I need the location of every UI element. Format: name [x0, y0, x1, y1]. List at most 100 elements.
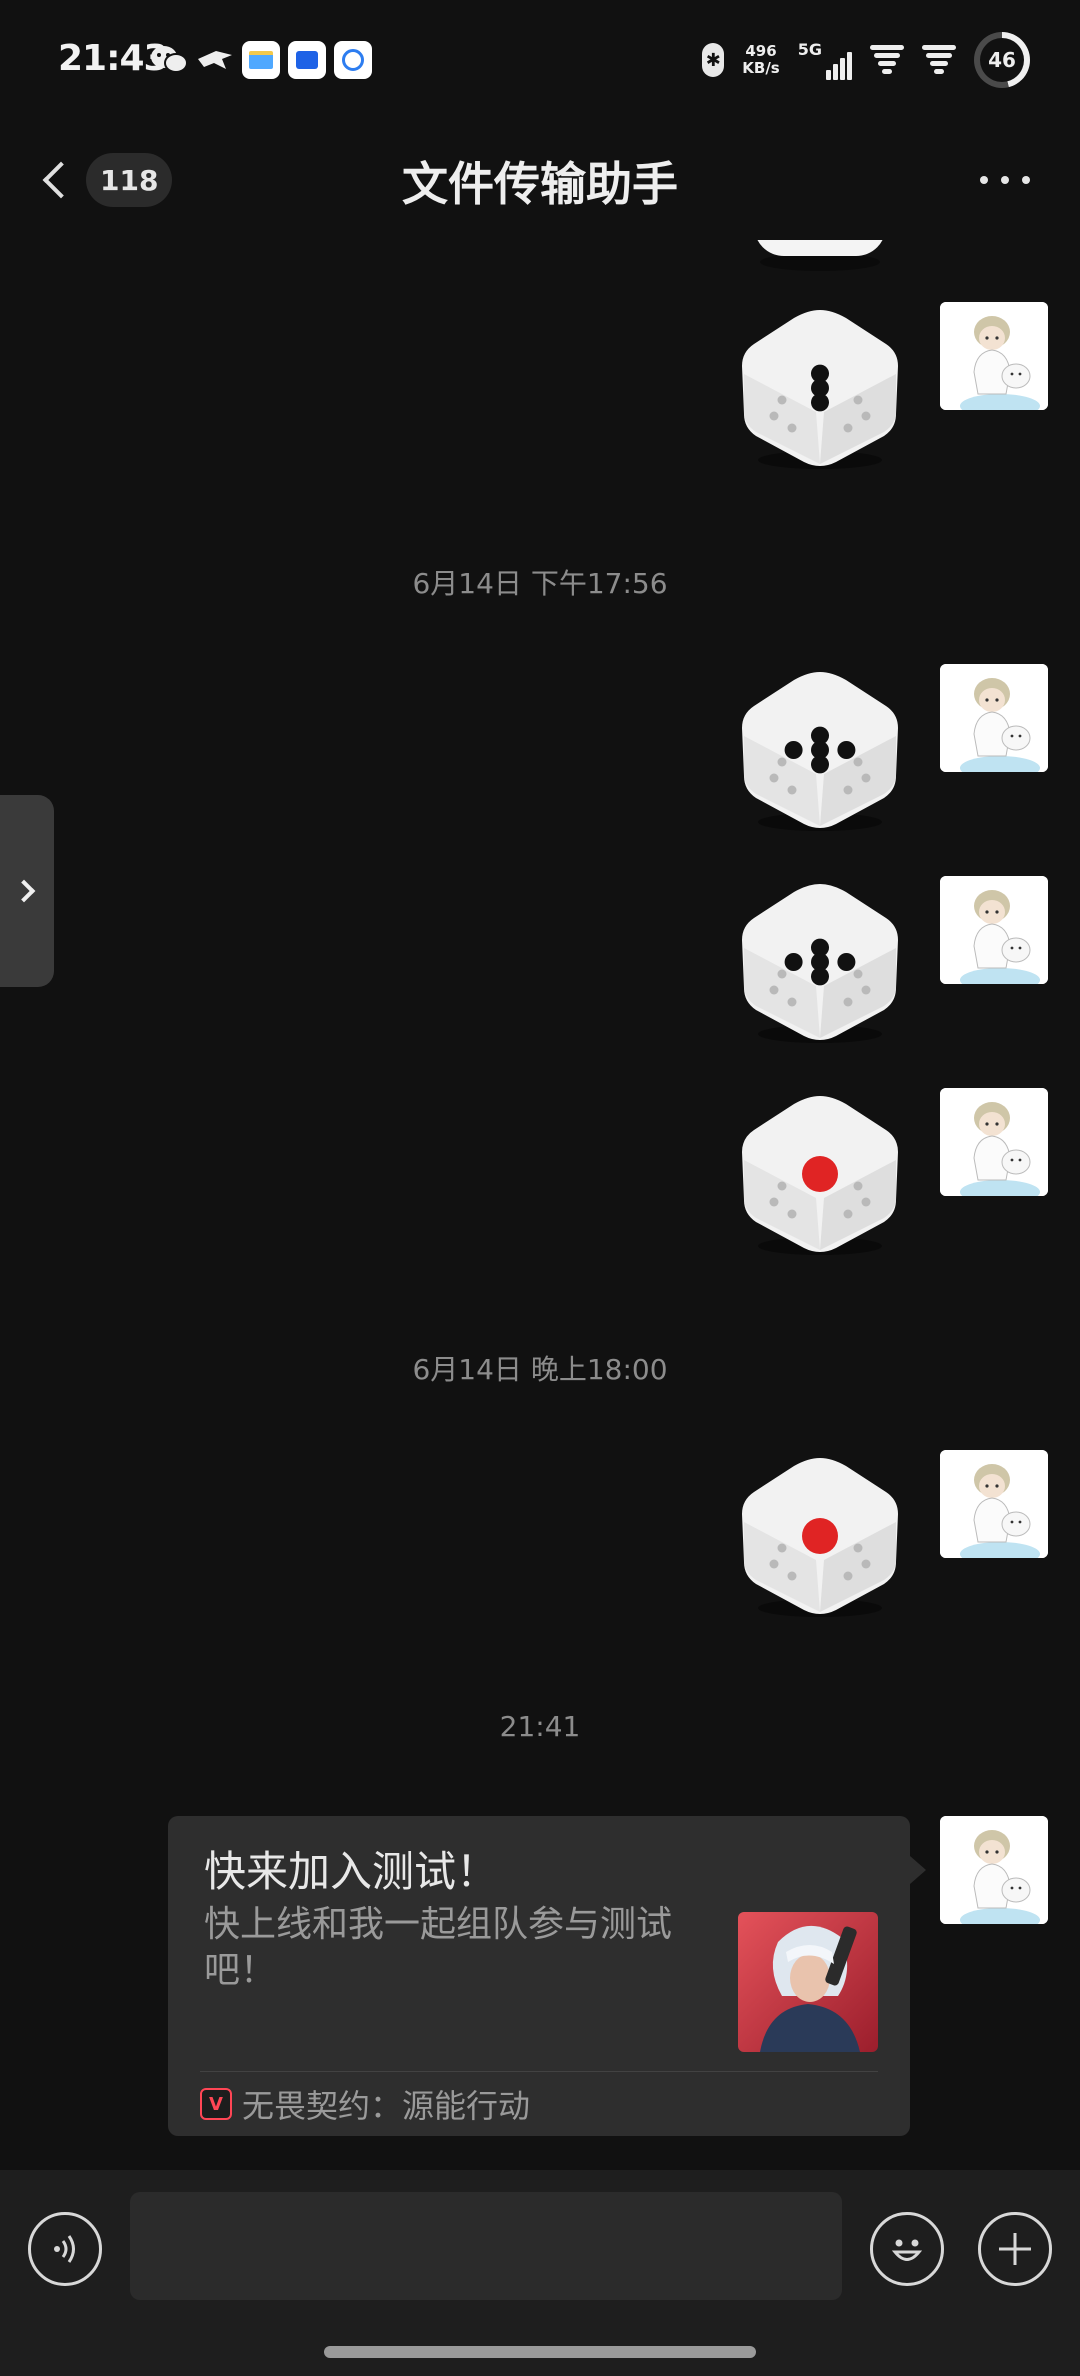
- dice-side-pip: [769, 773, 779, 783]
- share-card-divider: [200, 2071, 878, 2072]
- avatar-image: [940, 1450, 1048, 1558]
- dice-pip: [784, 741, 803, 759]
- dice-icon: [742, 672, 898, 831]
- dice-side-pip: [853, 1181, 863, 1191]
- dice-message[interactable]: [736, 304, 904, 472]
- dice-pip: [811, 967, 829, 986]
- dice-side-pip: [861, 773, 871, 783]
- avatar[interactable]: [940, 302, 1048, 410]
- dice-side-pip: [843, 785, 853, 795]
- chat-title: 文件传输助手: [402, 157, 678, 211]
- network-speed: 496 KB/s: [742, 43, 779, 77]
- avatar-image: [940, 1816, 1048, 1924]
- voice-input-button[interactable]: [28, 2212, 102, 2286]
- message-timestamp: 6月14日 下午17:56: [412, 567, 668, 600]
- dice-side-pip: [843, 423, 853, 433]
- dice-side-pip: [853, 1543, 863, 1553]
- dice-pip: [784, 953, 803, 971]
- network-type: 5G: [797, 40, 822, 59]
- avatar[interactable]: [940, 876, 1048, 984]
- dice-message[interactable]: [736, 1452, 904, 1620]
- avatar-image: [940, 876, 1048, 984]
- dice-pip: [802, 1156, 838, 1192]
- dice-message[interactable]: [736, 1090, 904, 1258]
- dice-pip: [837, 953, 856, 971]
- card-app-icon: [242, 41, 280, 79]
- system-icons: ✱ 496 KB/s 5G 46: [702, 28, 1030, 92]
- avatar[interactable]: [940, 1816, 1048, 1924]
- wechat-icon: [150, 41, 188, 79]
- avatar-image: [940, 664, 1048, 772]
- dice-side-pip: [769, 985, 779, 995]
- dice-side-pip: [843, 1209, 853, 1219]
- dice-side-pip: [787, 1209, 797, 1219]
- avatar-image: [940, 1088, 1048, 1196]
- dice-side-pip: [843, 1571, 853, 1581]
- plus-icon: [999, 2233, 1031, 2265]
- emoji-button[interactable]: [870, 2212, 944, 2286]
- dice-side-pip: [787, 997, 797, 1007]
- dice-icon: [742, 310, 898, 469]
- message-list[interactable]: 6月14日 下午17:56 6月14日 晚上18:00 21:41 快来加入测试…: [0, 240, 1080, 2170]
- dice-side-pip: [861, 1197, 871, 1207]
- dice-pip: [811, 755, 829, 774]
- dice-message[interactable]: [736, 666, 904, 834]
- dice-pip: [837, 741, 856, 759]
- bluetooth-icon: ✱: [702, 43, 725, 77]
- emoji-icon: [891, 2239, 923, 2261]
- dice-side-pip: [777, 969, 787, 979]
- dice-pip: [802, 1518, 838, 1554]
- chat-header: 118 文件传输助手: [0, 120, 1080, 240]
- share-card-description: 快上线和我一起组队参与测试吧！: [204, 1904, 673, 1991]
- dice-icon: [742, 1096, 898, 1255]
- more-dot-icon: [980, 176, 988, 184]
- battery-icon: 46: [974, 32, 1030, 88]
- network-speed-unit: KB/s: [742, 59, 780, 77]
- dice-side-pip: [853, 969, 863, 979]
- bird-app-icon: [196, 41, 234, 79]
- dice-side-pip: [853, 757, 863, 767]
- dice-side-pip: [861, 411, 871, 421]
- avatar[interactable]: [940, 1450, 1048, 1558]
- dice-side-pip: [861, 1559, 871, 1569]
- dice-side-pip: [853, 395, 863, 405]
- dice-message[interactable]: [736, 878, 904, 1046]
- message-timestamp: 21:41: [499, 1710, 581, 1743]
- share-card-thumbnail: [738, 1912, 878, 2052]
- avatar[interactable]: [940, 664, 1048, 772]
- battery-percent: 46: [980, 38, 1024, 82]
- wifi-icon-secondary: [922, 45, 956, 75]
- chevron-right-icon: [12, 879, 36, 903]
- network-speed-value: 496: [745, 42, 777, 60]
- more-options-button[interactable]: [980, 168, 1030, 192]
- dice-side-pip: [769, 1559, 779, 1569]
- side-panel-toggle[interactable]: [0, 795, 54, 987]
- avatar[interactable]: [940, 1088, 1048, 1196]
- more-dot-icon: [1022, 176, 1030, 184]
- more-functions-button[interactable]: [978, 2212, 1052, 2286]
- dice-message-partial[interactable]: [736, 240, 904, 278]
- dice-side-pip: [777, 1543, 787, 1553]
- dice-side-pip: [843, 997, 853, 1007]
- dice-side-pip: [769, 1197, 779, 1207]
- cellular-signal-icon: 5G: [798, 40, 852, 80]
- voice-icon: [54, 2235, 75, 2263]
- share-card-source-name: 无畏契约：源能行动: [242, 2087, 531, 2125]
- home-indicator[interactable]: [324, 2346, 756, 2358]
- blue-app-icon: [288, 41, 326, 79]
- dice-side-pip: [777, 1181, 787, 1191]
- wifi-icon: [870, 45, 904, 75]
- dice-icon: [742, 1458, 898, 1617]
- dice-pip: [811, 393, 829, 412]
- share-card-source: V 无畏契约：源能行动: [200, 2084, 531, 2125]
- share-card[interactable]: 快来加入测试！ 快上线和我一起组队参与测试吧！ V 无畏契约：源能行动: [168, 1816, 926, 2136]
- dice-side-pip: [777, 757, 787, 767]
- dice-side-pip: [787, 423, 797, 433]
- valorant-logo-icon: V: [200, 2088, 232, 2120]
- dice-icon: [742, 884, 898, 1043]
- message-input[interactable]: [130, 2192, 842, 2300]
- message-timestamp: 6月14日 晚上18:00: [412, 1353, 668, 1386]
- input-bar: [0, 2170, 1080, 2376]
- search-app-icon: [334, 41, 372, 79]
- dice-side-pip: [787, 1571, 797, 1581]
